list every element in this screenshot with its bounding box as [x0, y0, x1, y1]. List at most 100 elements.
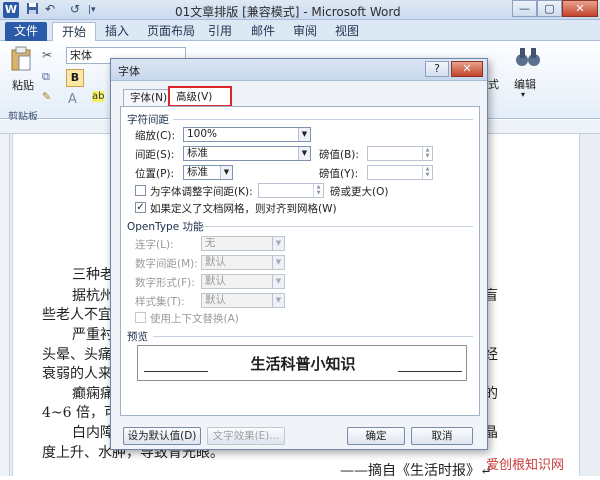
maximize-button[interactable]: ▢: [537, 0, 562, 17]
tab-home[interactable]: 开始: [52, 22, 97, 41]
doc-line-citation: ——摘自《生活时报》↵: [340, 463, 492, 479]
contextual-alternates-label: 使用上下文替换(A): [150, 313, 239, 325]
text-effects-button[interactable]: 文字效果(E)...: [207, 427, 285, 445]
section-opentype: OpenType 功能: [127, 221, 204, 233]
ligatures-select[interactable]: 无 ▼: [201, 236, 285, 251]
stylistic-sets-label: 样式集(T):: [135, 296, 185, 308]
ligatures-value: 无: [205, 237, 216, 249]
watermark-text: 爱创根知识网: [486, 458, 565, 473]
chevron-down-icon: ▼: [220, 166, 232, 179]
find-binoculars-icon[interactable]: [515, 45, 541, 72]
bold-button[interactable]: B: [66, 69, 84, 87]
number-spacing-value: 默认: [205, 256, 226, 268]
spacing-select[interactable]: 标准 ▼: [183, 146, 311, 161]
styles-label-fragment[interactable]: 式: [488, 76, 499, 92]
kerning-spinner[interactable]: ▲ ▼: [258, 183, 324, 198]
chevron-down-icon: ▼: [298, 147, 310, 160]
dialog-close-button[interactable]: ✕: [451, 61, 483, 77]
format-painter-icon[interactable]: ✎: [42, 90, 51, 103]
doc-line: 衰弱的人来: [42, 366, 112, 382]
kerning-checkbox[interactable]: [135, 185, 146, 196]
spin-arrows-icon: ▲ ▼: [422, 147, 432, 160]
chevron-down-icon: ▼: [272, 275, 284, 288]
divider: [197, 226, 473, 227]
stylistic-sets-value: 默认: [205, 294, 226, 306]
section-preview: 预览: [127, 331, 148, 343]
ligatures-label: 连字(L):: [135, 239, 174, 251]
doc-line: 白内障: [72, 425, 114, 441]
preview-sample-text: 生活科普小知识: [250, 355, 356, 373]
doc-line: 严重衬: [72, 327, 114, 343]
position-value: 标准: [187, 166, 208, 178]
save-icon[interactable]: [26, 2, 39, 18]
doc-line: 癫痫痛: [72, 386, 114, 402]
scale-select[interactable]: 100% ▼: [183, 127, 311, 142]
number-forms-select[interactable]: 默认 ▼: [201, 274, 285, 289]
doc-line: 据杭州: [72, 288, 114, 304]
title-bar: W ↶ ↺ |▾ 01文章排版 [兼容模式] - Microsoft Word …: [0, 0, 600, 20]
chevron-down-icon: ▼: [272, 237, 284, 250]
contextual-alternates-checkbox[interactable]: [135, 312, 146, 323]
number-spacing-label: 数字间距(M):: [135, 258, 198, 270]
preview-box: 生活科普小知识: [137, 345, 467, 381]
tab-file[interactable]: 文件: [5, 22, 47, 41]
text-effects-icon[interactable]: A: [68, 92, 77, 107]
position-by-label: 磅值(Y):: [319, 168, 359, 180]
dialog-title: 字体: [118, 65, 140, 78]
ok-button[interactable]: 确定: [347, 427, 405, 445]
number-spacing-select[interactable]: 默认 ▼: [201, 255, 285, 270]
spacing-by-label: 磅值(B):: [319, 149, 359, 161]
number-forms-label: 数字形式(F):: [135, 277, 195, 289]
grid-checkbox[interactable]: ✓: [135, 202, 146, 213]
chevron-down-icon: ▼: [272, 294, 284, 307]
tab-page-layout[interactable]: 页面布局: [138, 22, 204, 41]
redo-icon[interactable]: ↺: [70, 2, 80, 16]
divider: [173, 119, 473, 120]
word-logo-icon: W: [3, 2, 19, 18]
tab-references[interactable]: 引用: [199, 22, 241, 41]
divider: [153, 336, 473, 337]
paste-label[interactable]: 粘贴: [12, 77, 34, 93]
kerning-suffix: 磅或更大(O): [330, 186, 389, 198]
cancel-button[interactable]: 取消: [411, 427, 473, 445]
doc-line: 4~6 倍，可: [42, 405, 118, 421]
number-forms-value: 默认: [205, 275, 226, 287]
set-default-button[interactable]: 设为默认值(D): [123, 427, 201, 445]
scale-value: 100%: [187, 128, 218, 140]
doc-line: 三种老: [72, 267, 114, 283]
spin-arrows-icon: ▲ ▼: [422, 166, 432, 179]
position-by-spinner[interactable]: ▲ ▼: [367, 165, 433, 180]
tab-review[interactable]: 审阅: [284, 22, 326, 41]
vertical-ruler[interactable]: [0, 134, 10, 476]
qat-customize-icon[interactable]: |▾: [88, 5, 96, 15]
editing-chevron-down-icon[interactable]: ▾: [521, 90, 525, 99]
undo-icon[interactable]: ↶: [45, 2, 55, 16]
dialog-title-bar: 字体 ? ✕: [111, 59, 487, 81]
paste-icon[interactable]: [10, 46, 32, 75]
window-title: 01文章排版 [兼容模式] - Microsoft Word: [175, 5, 401, 19]
position-label: 位置(P):: [135, 168, 175, 180]
stylistic-sets-select[interactable]: 默认 ▼: [201, 293, 285, 308]
spacing-value: 标准: [187, 147, 208, 159]
kerning-label: 为字体调整字间距(K):: [150, 186, 253, 198]
highlight-icon[interactable]: ab: [92, 91, 105, 102]
tab-mailings[interactable]: 邮件: [242, 22, 284, 41]
font-dialog: 字体 ? ✕ 字体(N) 高级(V) 字符间距 缩放(C): 100% ▼ 间距(…: [110, 58, 488, 450]
minimize-button[interactable]: —: [512, 0, 537, 17]
tab-insert[interactable]: 插入: [96, 22, 138, 41]
chevron-down-icon: ▼: [272, 256, 284, 269]
tab-font[interactable]: 字体(N): [123, 89, 175, 107]
close-window-button[interactable]: ✕: [562, 0, 598, 17]
copy-icon[interactable]: ⧉: [42, 70, 50, 84]
tab-view[interactable]: 视图: [326, 22, 368, 41]
section-character-spacing: 字符间距: [127, 114, 169, 126]
chevron-down-icon: ▼: [298, 128, 310, 141]
tab-advanced[interactable]: 高级(V): [168, 86, 232, 107]
grid-label: 如果定义了文档网格，则对齐到网格(W): [150, 203, 337, 215]
help-button[interactable]: ?: [425, 61, 449, 77]
spacing-label: 间距(S):: [135, 149, 175, 161]
position-select[interactable]: 标准 ▼: [183, 165, 233, 180]
scale-label: 缩放(C):: [135, 130, 176, 142]
cut-icon[interactable]: ✂: [42, 48, 52, 62]
spacing-by-spinner[interactable]: ▲ ▼: [367, 146, 433, 161]
